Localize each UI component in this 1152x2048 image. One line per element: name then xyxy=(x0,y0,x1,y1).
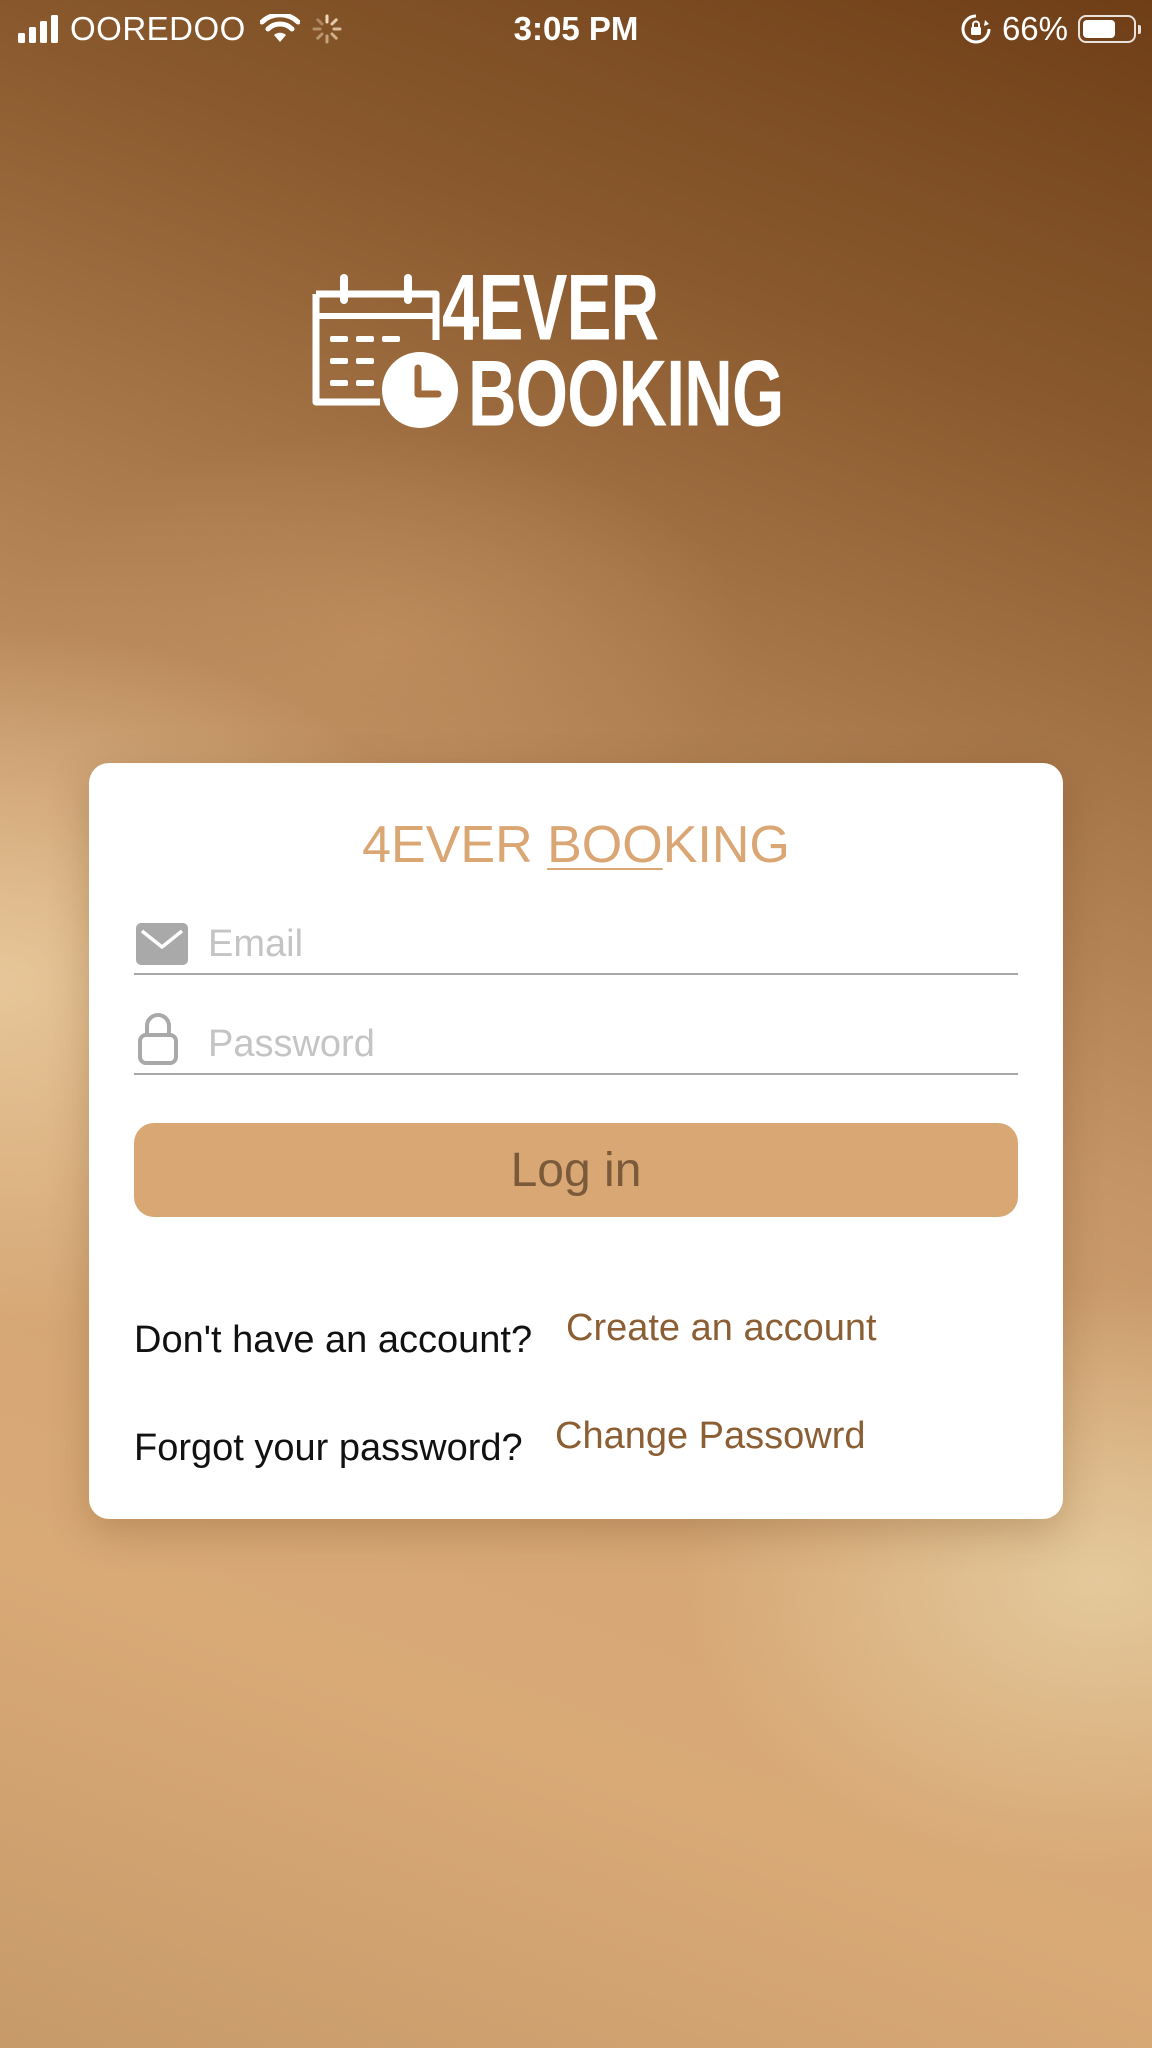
email-field xyxy=(134,915,1018,975)
signup-prompt: Don't have an account? xyxy=(134,1319,533,1361)
battery-icon xyxy=(1078,15,1141,43)
change-password-link[interactable]: Change Passowrd xyxy=(555,1415,866,1458)
card-title-part-1: 4EVER xyxy=(362,816,548,874)
card-title: 4EVER BOOKING xyxy=(89,815,1063,875)
status-right: 66% xyxy=(960,10,1141,48)
status-bar: OOREDOO 3:05 PM 66% xyxy=(0,0,1152,58)
logo-text-bottom: BOOKING xyxy=(468,340,784,446)
login-button[interactable]: Log in xyxy=(134,1123,1018,1217)
password-field xyxy=(134,1013,1018,1075)
battery-percent: 66% xyxy=(1001,10,1068,47)
app-logo: 4EVER BOOKING xyxy=(310,258,850,448)
email-input[interactable] xyxy=(208,921,1018,967)
calendar-clock-icon xyxy=(312,274,458,428)
envelope-icon xyxy=(136,923,188,965)
battery-fill xyxy=(1083,20,1115,38)
login-card: 4EVER BOOKING Log in Don't have an accou… xyxy=(89,763,1063,1519)
password-input[interactable] xyxy=(208,1021,1018,1067)
card-title-part-2: BOO xyxy=(547,816,663,874)
orientation-lock-icon xyxy=(961,14,991,44)
card-title-part-3: KING xyxy=(662,816,790,874)
forgot-password-prompt: Forgot your password? xyxy=(134,1427,523,1469)
lock-icon xyxy=(138,1013,178,1065)
create-account-link[interactable]: Create an account xyxy=(566,1307,877,1350)
